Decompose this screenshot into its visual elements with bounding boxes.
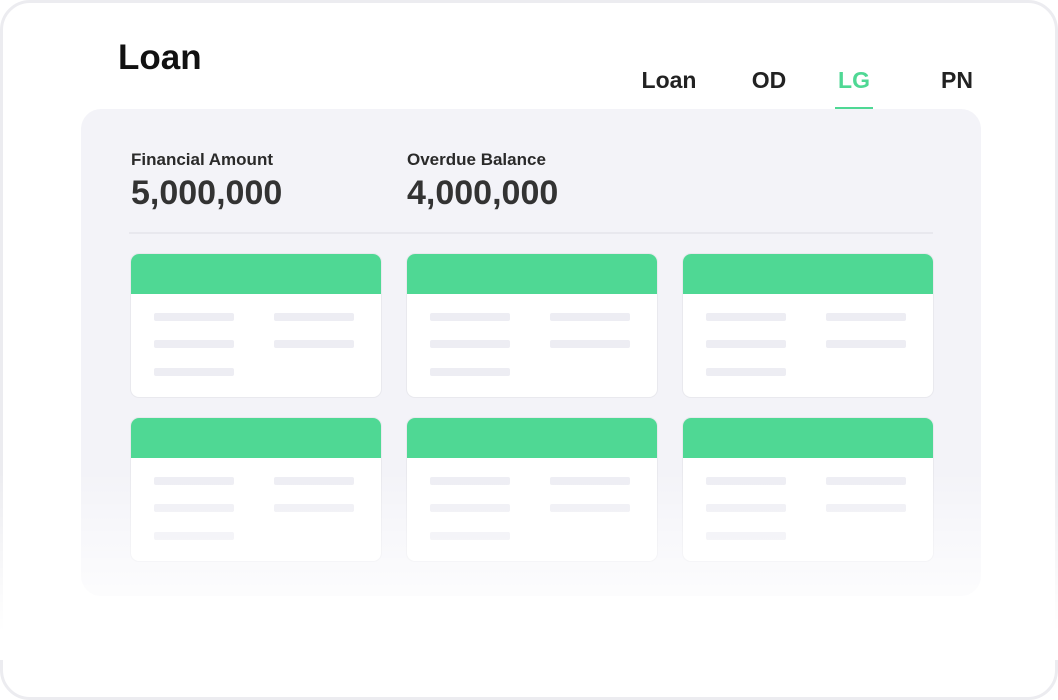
overdue-balance-label: Overdue Balance (407, 150, 546, 169)
card-header (683, 254, 933, 294)
card-header (131, 418, 381, 458)
placeholder-line (430, 504, 510, 512)
placeholder-line (706, 368, 786, 376)
placeholder-line (154, 340, 234, 348)
placeholder-line (154, 504, 234, 512)
tab-label: LG (838, 67, 870, 93)
placeholder-line (430, 368, 510, 376)
placeholder-line (706, 477, 786, 485)
placeholder-line (274, 313, 354, 321)
placeholder-line (550, 313, 630, 321)
tab-label: OD (751, 67, 787, 93)
tab-bar: Loan OD LG PN (620, 64, 992, 112)
placeholder-line (706, 340, 786, 348)
placeholder-line (430, 477, 510, 485)
card-header (407, 418, 657, 458)
placeholder-line (706, 532, 786, 540)
loan-card[interactable] (407, 418, 657, 561)
overdue-balance-value: 4,000,000 (407, 174, 559, 212)
loan-summary-panel: Financial Amount 5,000,000 Overdue Balan… (81, 109, 981, 596)
placeholder-line (550, 340, 630, 348)
loan-card[interactable] (683, 418, 933, 561)
placeholder-line (154, 532, 234, 540)
placeholder-line (826, 340, 906, 348)
card-header (131, 254, 381, 294)
placeholder-line (706, 504, 786, 512)
placeholder-line (274, 477, 354, 485)
financial-amount-value: 5,000,000 (131, 174, 283, 212)
placeholder-line (706, 313, 786, 321)
placeholder-line (154, 313, 234, 321)
placeholder-line (550, 504, 630, 512)
loan-card[interactable] (683, 254, 933, 397)
summary-divider (129, 232, 933, 234)
placeholder-line (274, 340, 354, 348)
placeholder-line (430, 313, 510, 321)
tab-label: Loan (641, 67, 697, 93)
placeholder-line (430, 340, 510, 348)
card-header (683, 418, 933, 458)
loan-card[interactable] (131, 254, 381, 397)
loan-card[interactable] (407, 254, 657, 397)
page-title: Loan (118, 38, 202, 77)
placeholder-line (274, 504, 354, 512)
loan-card[interactable] (131, 418, 381, 561)
tab-label: PN (941, 67, 973, 93)
tab-od[interactable]: OD (748, 64, 790, 112)
tab-lg[interactable]: LG (835, 64, 873, 112)
placeholder-line (154, 368, 234, 376)
placeholder-line (550, 477, 630, 485)
placeholder-line (154, 477, 234, 485)
tab-loan[interactable]: Loan (640, 64, 698, 112)
placeholder-line (826, 504, 906, 512)
placeholder-line (430, 532, 510, 540)
placeholder-line (826, 477, 906, 485)
placeholder-line (826, 313, 906, 321)
tab-pn[interactable]: PN (938, 64, 976, 112)
financial-amount-label: Financial Amount (131, 150, 273, 169)
card-header (407, 254, 657, 294)
